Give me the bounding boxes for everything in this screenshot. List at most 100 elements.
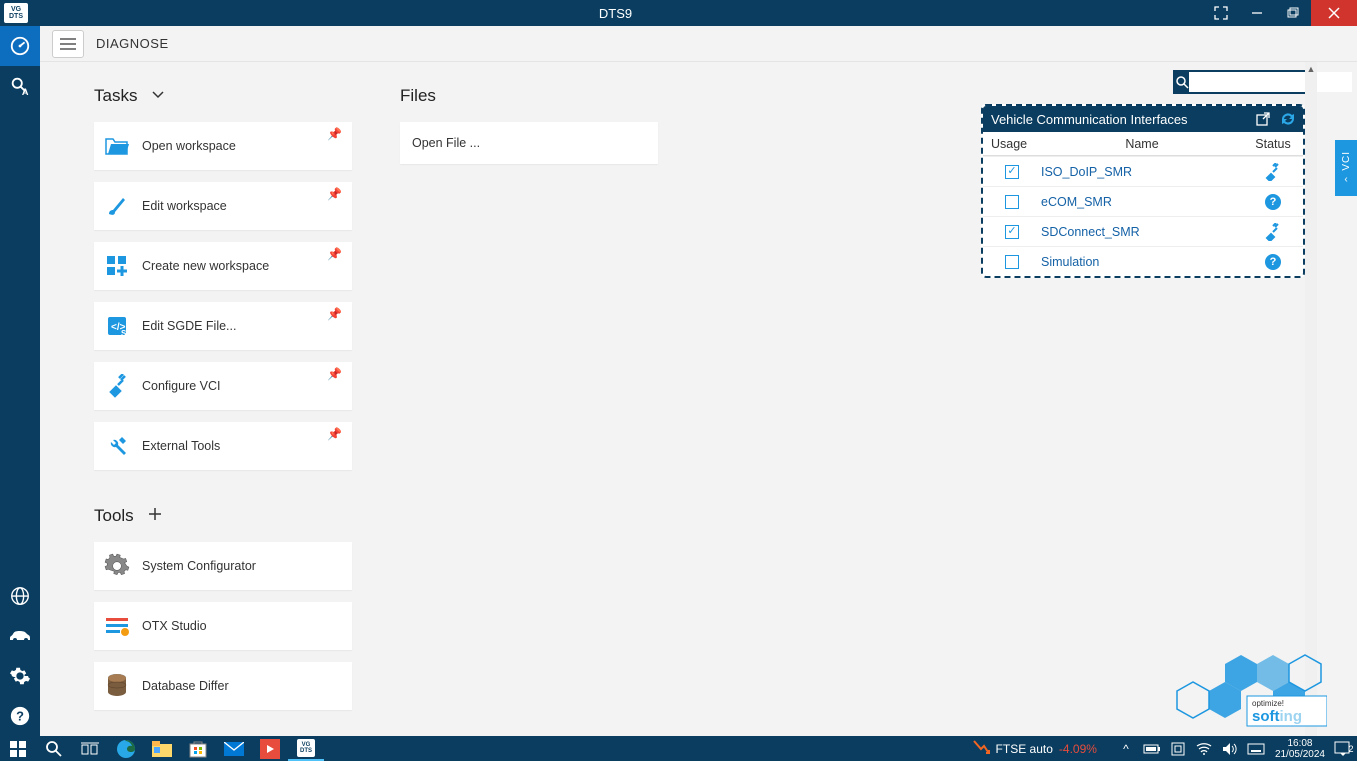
- app-red-icon[interactable]: [252, 736, 288, 761]
- menu-button[interactable]: [52, 30, 84, 58]
- pin-icon[interactable]: 📌: [327, 247, 342, 261]
- task-edit-workspace[interactable]: Edit workspace 📌: [94, 182, 352, 230]
- pin-icon[interactable]: 📌: [327, 427, 342, 441]
- task-external-tools[interactable]: External Tools 📌: [94, 422, 352, 470]
- scrollbar[interactable]: ▲: [1305, 62, 1317, 736]
- volume-icon[interactable]: [1217, 742, 1243, 756]
- help-status-icon: ?: [1265, 254, 1281, 270]
- tool-system-configurator[interactable]: System Configurator: [94, 542, 352, 590]
- search-box[interactable]: [1173, 70, 1305, 94]
- edge-icon[interactable]: [108, 736, 144, 761]
- nav-settings-icon[interactable]: [0, 656, 40, 696]
- usage-checkbox[interactable]: [1005, 255, 1019, 269]
- vci-side-tab[interactable]: VCI ‹: [1335, 140, 1357, 196]
- title-bar: VGDTS DTS9: [0, 0, 1357, 26]
- fullscreen-button[interactable]: [1203, 0, 1239, 26]
- help-status-icon: ?: [1265, 194, 1281, 210]
- task-edit-sgde[interactable]: </>S Edit SGDE File... 📌: [94, 302, 352, 350]
- task-label: Configure VCI: [142, 379, 221, 393]
- task-view-icon[interactable]: [72, 736, 108, 761]
- nav-help-icon[interactable]: ?: [0, 696, 40, 736]
- tool-otx-studio[interactable]: OTX Studio: [94, 602, 352, 650]
- nav-car-icon[interactable]: [0, 616, 40, 656]
- wifi-icon[interactable]: [1191, 742, 1217, 756]
- pin-icon[interactable]: 📌: [327, 127, 342, 141]
- close-button[interactable]: [1311, 0, 1357, 26]
- clock[interactable]: 16:08 21/05/2024: [1275, 738, 1325, 760]
- tools-header[interactable]: Tools: [94, 506, 400, 526]
- vci-panel: Vehicle Communication Interfaces Usage N…: [981, 104, 1305, 278]
- mail-icon[interactable]: [216, 736, 252, 761]
- svg-text:optimize!: optimize!: [1252, 699, 1284, 708]
- svg-text:S: S: [121, 329, 127, 338]
- battery-icon[interactable]: [1139, 743, 1165, 755]
- vci-row[interactable]: SDConnect_SMR: [983, 216, 1303, 246]
- vci-tab-label: VCI: [1341, 151, 1352, 171]
- taskbar-search-icon[interactable]: [36, 736, 72, 761]
- task-open-workspace[interactable]: Open workspace 📌: [94, 122, 352, 170]
- plug-status-icon: [1264, 223, 1282, 241]
- chevron-left-icon: ‹: [1344, 174, 1347, 185]
- keyboard-icon[interactable]: [1243, 743, 1269, 755]
- vci-status: [1243, 163, 1303, 181]
- files-title: Files: [400, 86, 436, 106]
- pin-icon[interactable]: 📌: [327, 367, 342, 381]
- task-configure-vci[interactable]: Configure VCI 📌: [94, 362, 352, 410]
- minimize-button[interactable]: [1239, 0, 1275, 26]
- notifications-count: 2: [1348, 744, 1353, 754]
- vci-row[interactable]: Simulation?: [983, 246, 1303, 276]
- plug-status-icon: [1264, 163, 1282, 181]
- windows-taskbar: VGDTS FTSE auto -4.09% ^ 16:08 21/05/202…: [0, 736, 1357, 761]
- file-open[interactable]: Open File ...: [400, 122, 658, 164]
- vci-name: ISO_DoIP_SMR: [1041, 165, 1243, 179]
- database-icon: [102, 671, 132, 701]
- tool-label: System Configurator: [142, 559, 256, 573]
- svg-text:A: A: [22, 87, 29, 97]
- brand-artwork: optimize! softing: [1097, 636, 1327, 736]
- vci-panel-header: Vehicle Communication Interfaces: [983, 106, 1303, 132]
- col-usage: Usage: [983, 137, 1041, 151]
- tray-chevron-icon[interactable]: ^: [1113, 742, 1139, 756]
- nav-diagnose-icon[interactable]: [0, 26, 40, 66]
- app-logo-icon: VGDTS: [4, 3, 28, 23]
- start-button[interactable]: [0, 736, 36, 761]
- window-title: DTS9: [28, 6, 1203, 21]
- gear-icon: [102, 551, 132, 581]
- chevron-down-icon: [151, 87, 165, 105]
- pin-icon[interactable]: 📌: [327, 307, 342, 321]
- vci-name: eCOM_SMR: [1041, 195, 1243, 209]
- refresh-icon[interactable]: [1279, 110, 1297, 128]
- tools-icon: [102, 431, 132, 461]
- vci-row[interactable]: ISO_DoIP_SMR: [983, 156, 1303, 186]
- tasks-title: Tasks: [94, 86, 137, 106]
- usage-checkbox[interactable]: [1005, 165, 1019, 179]
- nav-globe-icon[interactable]: [0, 576, 40, 616]
- dts-app-icon[interactable]: VGDTS: [288, 736, 324, 761]
- file-label: Open File ...: [412, 136, 480, 150]
- scroll-up-icon[interactable]: ▲: [1305, 62, 1317, 76]
- store-icon[interactable]: [180, 736, 216, 761]
- vci-row[interactable]: eCOM_SMR?: [983, 186, 1303, 216]
- notifications-icon[interactable]: 2: [1331, 741, 1357, 757]
- search-input[interactable]: [1189, 72, 1352, 92]
- explorer-icon[interactable]: [144, 736, 180, 761]
- usage-checkbox[interactable]: [1005, 195, 1019, 209]
- tool-database-differ[interactable]: Database Differ: [94, 662, 352, 710]
- stock-change: -4.09%: [1059, 742, 1097, 756]
- pin-icon[interactable]: 📌: [327, 187, 342, 201]
- task-label: Edit SGDE File...: [142, 319, 236, 333]
- grid-plus-icon: [102, 251, 132, 281]
- usage-checkbox[interactable]: [1005, 225, 1019, 239]
- col-name: Name: [1041, 137, 1243, 151]
- vci-status: ?: [1243, 194, 1303, 210]
- nav-search-doc-icon[interactable]: A: [0, 66, 40, 106]
- task-create-workspace[interactable]: Create new workspace 📌: [94, 242, 352, 290]
- popout-icon[interactable]: [1255, 111, 1271, 127]
- stock-label: FTSE auto: [996, 742, 1053, 756]
- folder-open-icon: [102, 131, 132, 161]
- tasks-header[interactable]: Tasks: [94, 86, 400, 106]
- app-tray-icon[interactable]: [1165, 742, 1191, 756]
- stock-widget[interactable]: FTSE auto -4.09%: [972, 739, 1097, 758]
- maximize-button[interactable]: [1275, 0, 1311, 26]
- plus-icon: [148, 507, 162, 526]
